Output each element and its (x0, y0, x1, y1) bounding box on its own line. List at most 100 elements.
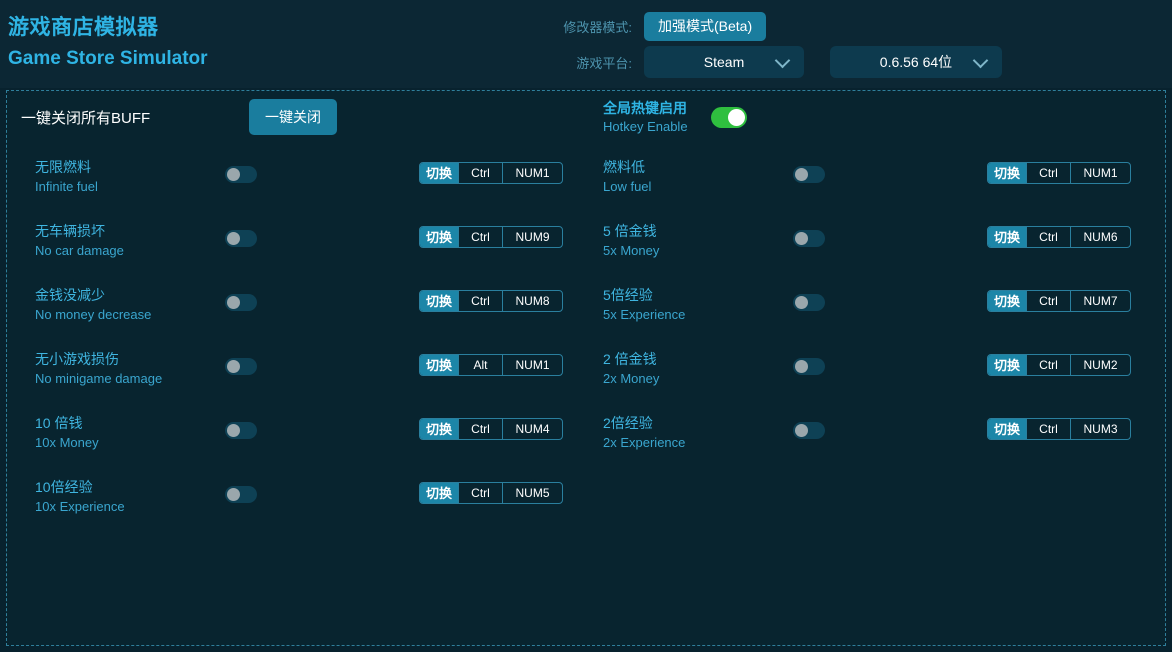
hotkey-badge[interactable]: 切换CtrlNUM5 (419, 482, 563, 504)
hotkey-enable-block: 全局热键启用 Hotkey Enable (603, 99, 747, 136)
cheat-toggle-wrap (225, 358, 257, 375)
close-all-button[interactable]: 一键关闭 (249, 99, 337, 135)
cheat-labels: 10倍经验10x Experience (35, 477, 220, 516)
hotkey-enable-toggle[interactable] (711, 107, 747, 128)
hotkey-action-label: 切换 (988, 355, 1026, 375)
version-dropdown[interactable]: 0.6.56 64位 (830, 46, 1002, 78)
cheat-label-cn: 5倍经验 (603, 285, 788, 305)
app-title-en: Game Store Simulator (8, 45, 208, 73)
cheat-labels: 燃料低Low fuel (603, 157, 788, 196)
cheat-labels: 2倍经验2x Experience (603, 413, 788, 452)
cheat-label-en: No car damage (35, 241, 220, 260)
toggle-knob (795, 232, 808, 245)
hotkey-main-key: NUM1 (1070, 163, 1130, 183)
cheat-row: 无限燃料Infinite fuel切换CtrlNUM1 (17, 149, 579, 213)
hotkey-main-key: NUM8 (502, 291, 562, 311)
cheat-labels: 金钱没减少No money decrease (35, 285, 220, 324)
hotkey-action-label: 切换 (420, 227, 458, 247)
cheat-label-cn: 无小游戏损伤 (35, 349, 220, 369)
hotkey-enable-label-en: Hotkey Enable (603, 118, 711, 136)
hotkey-action-label: 切换 (988, 419, 1026, 439)
cheat-label-en: 2x Money (603, 369, 788, 388)
cheat-toggle-wrap (793, 358, 825, 375)
cheat-toggle[interactable] (225, 486, 257, 503)
cheat-row: 无车辆损坏No car damage 切换CtrlNUM9 (17, 213, 579, 277)
hotkey-modifier-key: Ctrl (1026, 355, 1070, 375)
hotkey-modifier-key: Ctrl (1026, 419, 1070, 439)
app-header: 游戏商店模拟器 Game Store Simulator 修改器模式: 加强模式… (0, 0, 1172, 88)
chevron-down-icon (775, 53, 791, 69)
chevron-down-icon (973, 53, 989, 69)
cheat-row: 无小游戏损伤No minigame damage 切换AltNUM1 (17, 341, 579, 405)
hotkey-badge[interactable]: 切换CtrlNUM3 (987, 418, 1131, 440)
hotkey-main-key: NUM6 (1070, 227, 1130, 247)
hotkey-badge[interactable]: 切换CtrlNUM8 (419, 290, 563, 312)
hotkey-badge[interactable]: 切换CtrlNUM9 (419, 226, 563, 248)
platform-label: 游戏平台: (552, 53, 644, 72)
hotkey-main-key: NUM2 (1070, 355, 1130, 375)
hotkey-action-label: 切换 (420, 483, 458, 503)
cheat-label-en: 10x Money (35, 433, 220, 452)
hotkey-badge[interactable]: 切换CtrlNUM7 (987, 290, 1131, 312)
cheat-toggle-wrap (793, 422, 825, 439)
hotkey-main-key: NUM7 (1070, 291, 1130, 311)
hotkey-badge[interactable]: 切换CtrlNUM6 (987, 226, 1131, 248)
hotkey-badge[interactable]: 切换AltNUM1 (419, 354, 563, 376)
cheat-toggle[interactable] (225, 294, 257, 311)
cheat-toggle[interactable] (793, 166, 825, 183)
cheat-label-en: No minigame damage (35, 369, 220, 388)
cheat-toggle-wrap (225, 486, 257, 503)
platform-dropdown[interactable]: Steam (644, 46, 804, 78)
hotkey-badge[interactable]: 切换CtrlNUM1 (419, 162, 563, 184)
cheat-row: 金钱没减少No money decrease 切换CtrlNUM8 (17, 277, 579, 341)
hotkey-main-key: NUM1 (502, 163, 562, 183)
hotkey-action-label: 切换 (420, 163, 458, 183)
toggle-knob (227, 360, 240, 373)
hotkey-action-label: 切换 (420, 419, 458, 439)
hotkey-badge[interactable]: 切换CtrlNUM1 (987, 162, 1131, 184)
app-title-block: 游戏商店模拟器 Game Store Simulator (8, 14, 208, 73)
cheat-toggle[interactable] (225, 358, 257, 375)
cheat-label-en: 2x Experience (603, 433, 788, 452)
trainer-mode-button[interactable]: 加强模式(Beta) (644, 12, 766, 41)
hotkey-enable-label-cn: 全局热键启用 (603, 99, 711, 118)
cheat-labels: 2 倍金钱2x Money (603, 349, 788, 388)
hotkey-enable-labels: 全局热键启用 Hotkey Enable (603, 99, 711, 136)
cheat-label-en: 5x Money (603, 241, 788, 260)
platform-row: 游戏平台: Steam 0.6.56 64位 (552, 46, 1002, 78)
cheat-toggle[interactable] (793, 422, 825, 439)
cheat-row: 2 倍金钱2x Money 切换CtrlNUM2 (585, 341, 1147, 405)
cheat-toggle[interactable] (225, 422, 257, 439)
cheat-toggle[interactable] (793, 294, 825, 311)
version-dropdown-value: 0.6.56 64位 (880, 52, 952, 72)
cheat-row: 5 倍金钱5x Money切换CtrlNUM6 (585, 213, 1147, 277)
app-title-cn: 游戏商店模拟器 (8, 14, 208, 42)
hotkey-action-label: 切换 (420, 291, 458, 311)
hotkey-modifier-key: Ctrl (1026, 163, 1070, 183)
cheat-label-cn: 2 倍金钱 (603, 349, 788, 369)
hotkey-modifier-key: Ctrl (458, 163, 502, 183)
cheat-toggle[interactable] (225, 230, 257, 247)
cheat-label-cn: 金钱没减少 (35, 285, 220, 305)
hotkey-action-label: 切换 (988, 227, 1026, 247)
cheat-toggle[interactable] (225, 166, 257, 183)
hotkey-badge[interactable]: 切换CtrlNUM4 (419, 418, 563, 440)
toggle-knob (227, 488, 240, 501)
trainer-window: 游戏商店模拟器 Game Store Simulator 修改器模式: 加强模式… (0, 0, 1172, 652)
cheat-row: 5倍经验5x Experience切换CtrlNUM7 (585, 277, 1147, 341)
toggle-knob (227, 424, 240, 437)
cheat-label-cn: 2倍经验 (603, 413, 788, 433)
cheat-column-right: 燃料低Low fuel切换CtrlNUM15 倍金钱5x Money切换Ctrl… (585, 149, 1147, 469)
toggle-knob (795, 360, 808, 373)
cheat-labels: 10 倍钱10x Money (35, 413, 220, 452)
cheat-labels: 无车辆损坏No car damage (35, 221, 220, 260)
cheat-labels: 无小游戏损伤No minigame damage (35, 349, 220, 388)
cheats-panel: 一键关闭所有BUFF 一键关闭 全局热键启用 Hotkey Enable 无限燃… (6, 90, 1166, 646)
cheat-toggle[interactable] (793, 358, 825, 375)
cheat-toggle[interactable] (793, 230, 825, 247)
cheat-label-cn: 10 倍钱 (35, 413, 220, 433)
cheat-toggle-wrap (225, 166, 257, 183)
cheat-label-cn: 无车辆损坏 (35, 221, 220, 241)
close-all-buffs-label: 一键关闭所有BUFF (21, 107, 150, 128)
hotkey-badge[interactable]: 切换CtrlNUM2 (987, 354, 1131, 376)
